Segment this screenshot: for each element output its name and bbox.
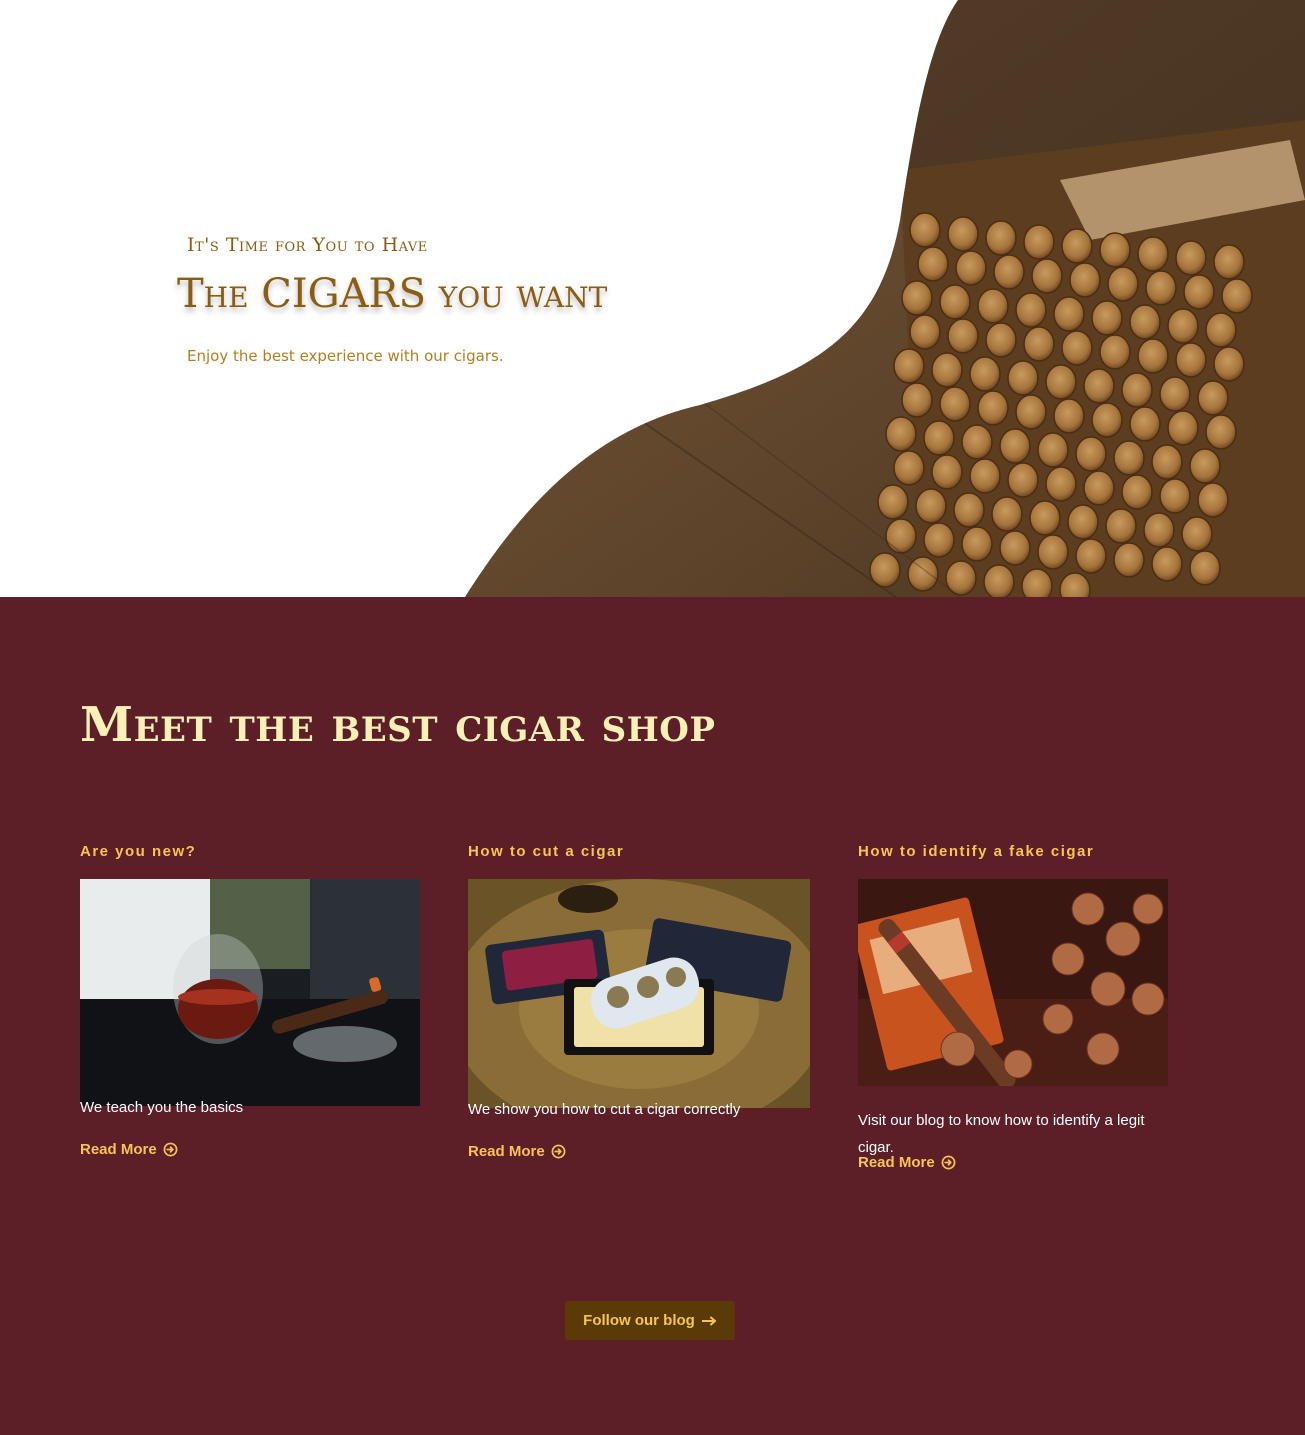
shop-title: Meet the best cigar shop <box>80 697 716 753</box>
long-arrow-right-icon <box>701 1316 716 1325</box>
arrow-circle-right-icon <box>941 1155 956 1170</box>
card-title: Are you new? <box>80 843 197 860</box>
whisky-glass-and-cigar-image[interactable] <box>80 879 420 1106</box>
read-more-link[interactable]: Read More <box>80 1141 178 1158</box>
card-text: Visit our blog to know how to identify a… <box>858 1112 1145 1156</box>
shop-section: Meet the best cigar shop Are you new? We… <box>0 597 1305 1435</box>
follow-blog-button[interactable]: Follow our blog <box>565 1301 735 1340</box>
follow-blog-label: Follow our blog <box>583 1312 695 1329</box>
cigar-box-and-hazelnuts-image[interactable] <box>858 879 1168 1086</box>
hero-title: The CIGARS you want <box>177 271 608 317</box>
hero-subtitle: Enjoy the best experience with our cigar… <box>187 347 504 365</box>
arrow-circle-right-icon <box>163 1142 178 1157</box>
card-title: How to identify a fake cigar <box>858 843 1095 860</box>
read-more-label: Read More <box>858 1154 935 1171</box>
read-more-label: Read More <box>468 1143 545 1160</box>
read-more-link[interactable]: Read More <box>858 1154 956 1171</box>
card-text: We teach you the basics <box>80 1099 244 1116</box>
arrow-circle-right-icon <box>551 1144 566 1159</box>
card-text: We show you how to cut a cigar correctly <box>468 1101 741 1118</box>
read-more-link[interactable]: Read More <box>468 1143 566 1160</box>
hero-eyebrow: It's Time for You to Have <box>187 234 428 256</box>
card-title: How to cut a cigar <box>468 843 625 860</box>
read-more-label: Read More <box>80 1141 157 1158</box>
hero-section: It's Time for You to Have The CIGARS you… <box>0 0 1305 597</box>
cigar-cutters-image[interactable] <box>468 879 810 1108</box>
